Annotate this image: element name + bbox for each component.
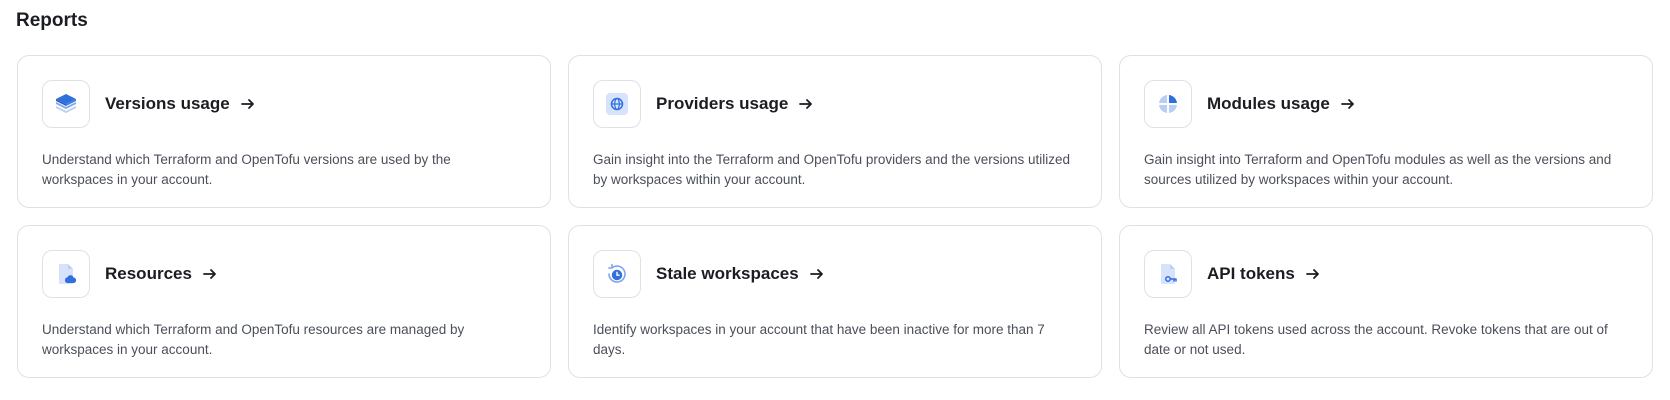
card-icon-box <box>42 80 90 128</box>
card-header: Versions usage <box>42 80 526 128</box>
card-title: Providers usage <box>656 94 789 113</box>
card-icon-box <box>1144 80 1192 128</box>
pie-chart-icon <box>1159 95 1177 113</box>
card-header: Providers usage <box>593 80 1077 128</box>
card-description: Gain insight into the Terraform and Open… <box>593 152 1071 187</box>
card-title: Stale workspaces <box>656 264 799 283</box>
card-description: Understand which Terraform and OpenTofu … <box>42 322 465 357</box>
report-card-versions-usage[interactable]: Versions usage Understand which Terrafor… <box>17 55 551 208</box>
card-icon-box <box>42 250 90 298</box>
document-key-icon <box>1161 264 1177 284</box>
report-card-api-tokens[interactable]: API tokens Review all API tokens used ac… <box>1119 225 1653 378</box>
globe-icon <box>606 93 628 115</box>
arrow-right-icon <box>1340 96 1356 112</box>
arrow-right-icon <box>798 96 814 112</box>
card-icon-box <box>1144 250 1192 298</box>
card-title: Modules usage <box>1207 94 1330 113</box>
page-title: Reports <box>16 10 88 31</box>
arrow-right-icon <box>202 266 218 282</box>
card-icon-box <box>593 250 641 298</box>
card-icon-box <box>593 80 641 128</box>
card-description: Review all API tokens used across the ac… <box>1144 322 1608 357</box>
document-cloud-icon <box>59 264 77 284</box>
arrow-right-icon <box>240 96 256 112</box>
card-title: API tokens <box>1207 264 1295 283</box>
clock-history-icon <box>608 263 626 283</box>
card-title: Resources <box>105 264 192 283</box>
arrow-right-icon <box>1305 266 1321 282</box>
card-title: Versions usage <box>105 94 230 113</box>
card-header: API tokens <box>1144 250 1628 298</box>
card-description: Understand which Terraform and OpenTofu … <box>42 152 451 187</box>
arrow-right-icon <box>809 266 825 282</box>
report-card-modules-usage[interactable]: Modules usage Gain insight into Terrafor… <box>1119 55 1653 208</box>
report-card-providers-usage[interactable]: Providers usage Gain insight into the Te… <box>568 55 1102 208</box>
reports-grid: Versions usage Understand which Terrafor… <box>17 55 1653 378</box>
card-header: Modules usage <box>1144 80 1628 128</box>
reports-page: Reports Versions usage Understand which … <box>0 0 1670 400</box>
card-description: Identify workspaces in your account that… <box>593 322 1045 357</box>
layers-icon <box>56 94 76 113</box>
card-header: Resources <box>42 250 526 298</box>
report-card-resources[interactable]: Resources Understand which Terraform and… <box>17 225 551 378</box>
report-card-stale-workspaces[interactable]: Stale workspaces Identify workspaces in … <box>568 225 1102 378</box>
card-header: Stale workspaces <box>593 250 1077 298</box>
card-description: Gain insight into Terraform and OpenTofu… <box>1144 152 1612 187</box>
